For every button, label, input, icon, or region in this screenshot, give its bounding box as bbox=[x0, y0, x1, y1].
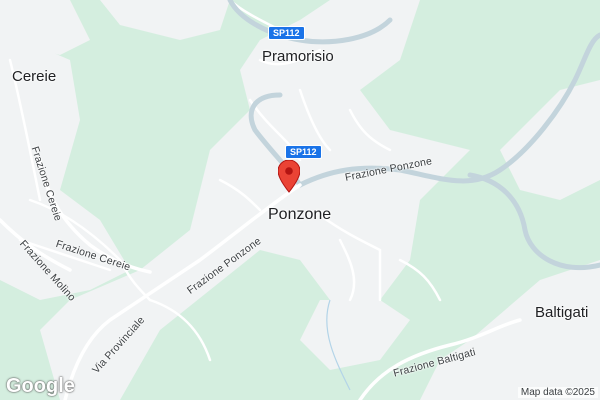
map-pin-icon[interactable] bbox=[278, 160, 300, 200]
place-label-baltigati[interactable]: Baltigati bbox=[535, 304, 588, 321]
land-area-southeast bbox=[420, 260, 600, 400]
land-area-north bbox=[100, 0, 230, 40]
place-label-pramorisio[interactable]: Pramorisio bbox=[262, 48, 334, 65]
land-area-east bbox=[500, 80, 600, 200]
route-shield-sp112: SP112 bbox=[285, 145, 322, 159]
google-logo[interactable]: Google bbox=[6, 375, 75, 398]
land-area-center bbox=[40, 0, 470, 400]
map-canvas[interactable]: SP112 SP112 Ponzone Pramorisio Cereie Ba… bbox=[0, 0, 600, 400]
route-shield-sp112: SP112 bbox=[268, 26, 305, 40]
place-label-cereie[interactable]: Cereie bbox=[12, 68, 56, 85]
land-area-south-center bbox=[300, 300, 410, 370]
place-label-ponzone[interactable]: Ponzone bbox=[268, 206, 331, 224]
map-attribution[interactable]: Map data ©2025 bbox=[517, 387, 598, 398]
